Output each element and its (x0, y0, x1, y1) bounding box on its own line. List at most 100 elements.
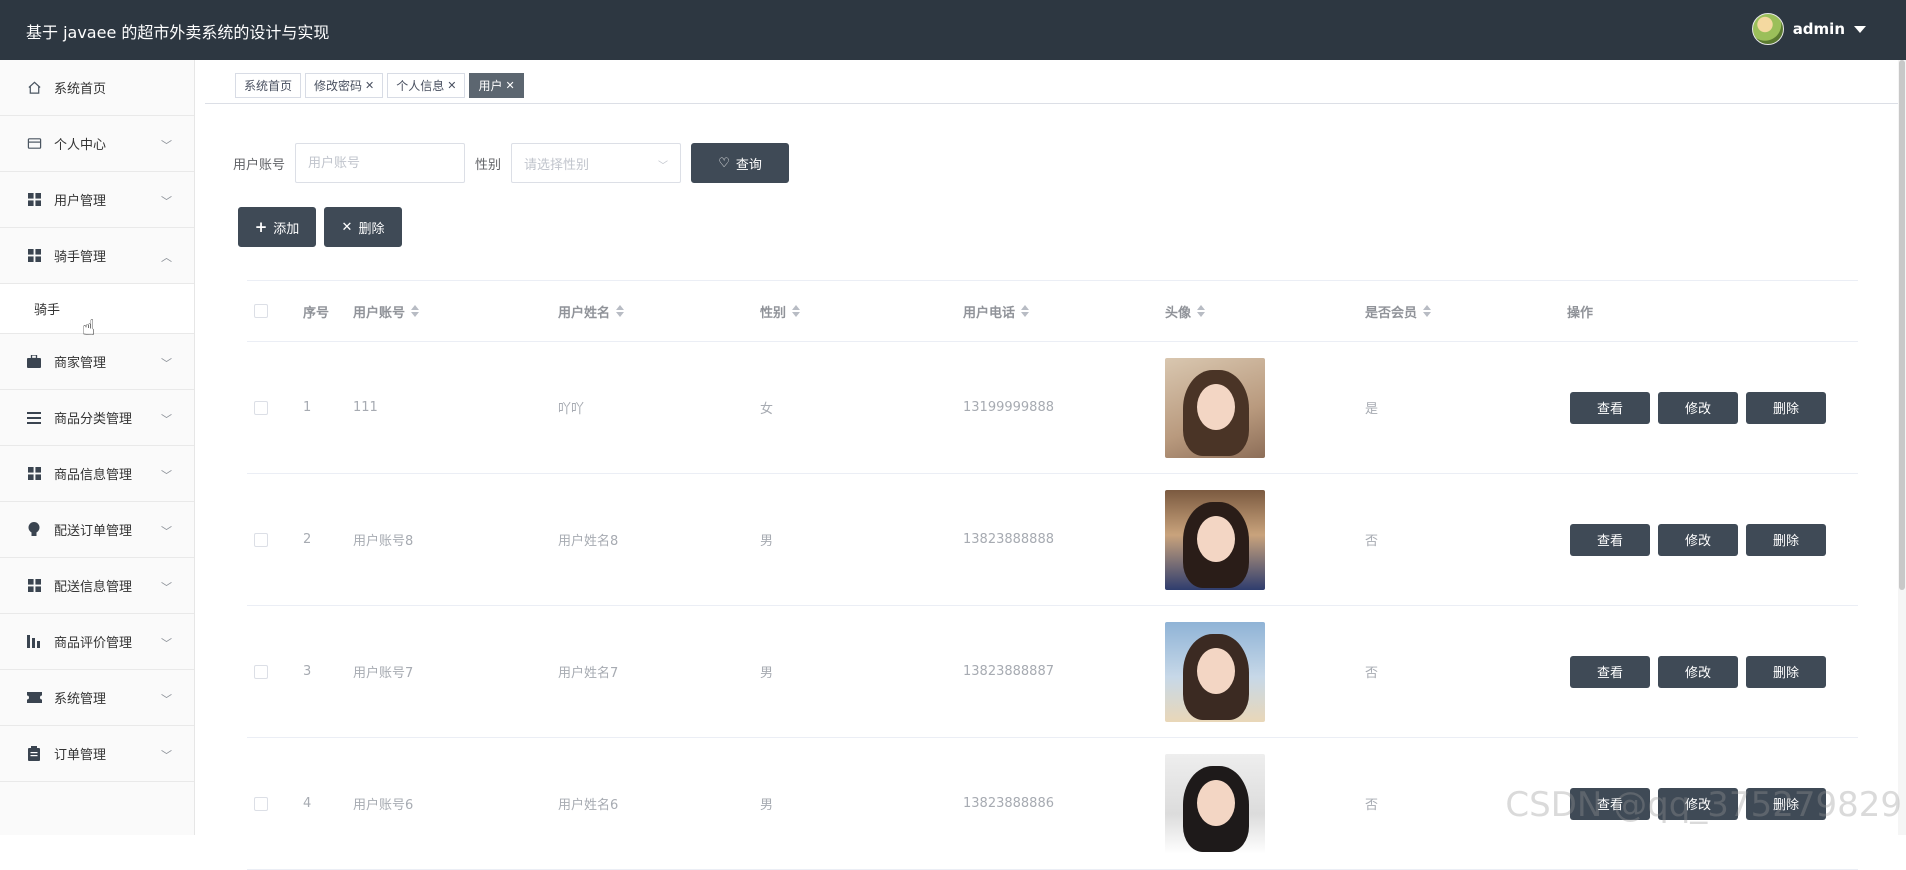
chevron-down-icon: ﹀ (161, 523, 172, 539)
avatar-photo (1165, 622, 1265, 722)
header-member[interactable]: 是否会员 (1365, 281, 1431, 341)
cell-phone: 13199999888 (963, 342, 1054, 473)
add-button[interactable]: + 添加 (238, 207, 316, 247)
sidebar-item-rider-management[interactable]: 骑手管理 ﹀ (0, 228, 194, 284)
delete-button[interactable]: 删除 (1746, 524, 1826, 556)
chevron-down-icon: ﹀ (161, 467, 172, 483)
view-button[interactable]: 查看 (1570, 392, 1650, 424)
cell-account: 用户账号7 (353, 606, 413, 737)
sidebar-item-user-management[interactable]: 用户管理 ﹀ (0, 172, 194, 228)
cell-ops: 查看 修改 删除 (1570, 606, 1834, 737)
close-icon[interactable]: ✕ (447, 79, 456, 92)
cell-index: 3 (303, 606, 311, 737)
search-form: 用户账号 性别 请选择性别 ﹀ ♡ 查询 (233, 143, 789, 183)
sort-icon[interactable] (1197, 305, 1205, 317)
close-icon[interactable]: ✕ (506, 79, 515, 92)
sidebar: 系统首页 个人中心 ﹀ 用户管理 ﹀ 骑手管理 ﹀ 骑手 ☝ 商家管理 ﹀ (0, 60, 195, 835)
clipboard-icon (26, 746, 42, 762)
row-select-cell (254, 474, 268, 605)
query-button[interactable]: ♡ 查询 (691, 143, 789, 183)
sidebar-item-label: 用户管理 (54, 190, 106, 209)
table-header-row: 序号 用户账号 用户姓名 性别 用户电话 头像 是否会员 操作 (247, 281, 1858, 342)
chevron-down-icon: ﹀ (161, 747, 172, 763)
close-icon[interactable]: ✕ (365, 79, 374, 92)
sidebar-item-personal-center[interactable]: 个人中心 ﹀ (0, 116, 194, 172)
sort-icon[interactable] (1423, 305, 1431, 317)
user-menu[interactable]: admin (1752, 13, 1866, 45)
batch-delete-button[interactable]: ✕ 删除 (324, 207, 402, 247)
sidebar-item-category-management[interactable]: 商品分类管理 ﹀ (0, 390, 194, 446)
page-scrollbar[interactable] (1898, 60, 1906, 835)
cell-name: 吖吖 (558, 342, 584, 473)
sidebar-item-order-management[interactable]: 订单管理 ﹀ (0, 726, 194, 782)
tab-change-password[interactable]: 修改密码 ✕ (305, 73, 383, 98)
gender-label: 性别 (475, 154, 501, 173)
tab-label: 系统首页 (244, 77, 292, 94)
cell-account: 111 (353, 342, 378, 473)
sort-icon[interactable] (411, 305, 419, 317)
tab-user[interactable]: 用户 ✕ (469, 73, 523, 98)
view-button[interactable]: 查看 (1570, 524, 1650, 556)
chevron-down-icon: ﹀ (658, 157, 668, 172)
plus-icon: + (255, 218, 268, 236)
header-name[interactable]: 用户姓名 (558, 281, 624, 341)
user-name[interactable]: admin (1793, 20, 1845, 38)
cell-avatar (1165, 474, 1265, 605)
view-button[interactable]: 查看 (1570, 656, 1650, 688)
sidebar-item-product-info-management[interactable]: 商品信息管理 ﹀ (0, 446, 194, 502)
user-avatar[interactable] (1752, 13, 1784, 45)
sidebar-item-delivery-info-management[interactable]: 配送信息管理 ﹀ (0, 558, 194, 614)
edit-button[interactable]: 修改 (1658, 392, 1738, 424)
chevron-down-icon: ﹀ (161, 579, 172, 595)
edit-button[interactable]: 修改 (1658, 524, 1738, 556)
tab-label: 修改密码 (314, 77, 362, 94)
cell-phone: 13823888886 (963, 738, 1054, 869)
bulb-icon (26, 522, 42, 538)
header-phone[interactable]: 用户电话 (963, 281, 1029, 341)
gender-select[interactable]: 请选择性别 ﹀ (511, 143, 681, 183)
edit-button[interactable]: 修改 (1658, 656, 1738, 688)
sidebar-item-delivery-order-management[interactable]: 配送订单管理 ﹀ (0, 502, 194, 558)
sidebar-item-system-management[interactable]: 系统管理 ﹀ (0, 670, 194, 726)
delete-button-label: 删除 (358, 218, 384, 237)
sort-icon[interactable] (616, 305, 624, 317)
cell-phone: 13823888887 (963, 606, 1054, 737)
cell-avatar (1165, 342, 1265, 473)
row-checkbox[interactable] (254, 797, 268, 811)
query-button-label: 查询 (736, 154, 762, 173)
tab-home[interactable]: 系统首页 (235, 73, 301, 98)
chevron-down-icon: ﹀ (161, 691, 172, 707)
delete-button[interactable]: 删除 (1746, 392, 1826, 424)
row-checkbox[interactable] (254, 665, 268, 679)
sort-icon[interactable] (792, 305, 800, 317)
cell-member: 否 (1365, 738, 1378, 869)
add-button-label: 添加 (273, 218, 299, 237)
table-row: 2 用户账号8 用户姓名8 男 13823888888 否 查看 修改 删除 (247, 474, 1858, 606)
sidebar-item-home[interactable]: 系统首页 (0, 60, 194, 116)
delete-button[interactable]: 删除 (1746, 656, 1826, 688)
cell-member: 否 (1365, 606, 1378, 737)
select-all-checkbox[interactable] (254, 304, 268, 318)
chevron-up-icon: ﹀ (161, 249, 172, 265)
cell-account: 用户账号6 (353, 738, 413, 869)
row-select-cell (254, 342, 268, 473)
sidebar-item-merchant-management[interactable]: 商家管理 ﹀ (0, 334, 194, 390)
sidebar-item-label: 订单管理 (54, 744, 106, 763)
sidebar-item-review-management[interactable]: 商品评价管理 ﹀ (0, 614, 194, 670)
sort-icon[interactable] (1021, 305, 1029, 317)
grid-icon (26, 248, 42, 264)
sidebar-item-label: 商品评价管理 (54, 632, 132, 651)
row-checkbox[interactable] (254, 533, 268, 547)
sidebar-subitem-rider[interactable]: 骑手 ☝ (0, 284, 194, 334)
tab-personal-info[interactable]: 个人信息 ✕ (387, 73, 465, 98)
header-label: 头像 (1165, 302, 1191, 321)
row-checkbox[interactable] (254, 401, 268, 415)
sidebar-item-label: 系统管理 (54, 688, 106, 707)
header-gender[interactable]: 性别 (760, 281, 800, 341)
scrollbar-thumb[interactable] (1899, 60, 1905, 590)
header-avatar[interactable]: 头像 (1165, 281, 1205, 341)
caret-down-icon[interactable] (1854, 26, 1866, 33)
cell-name: 用户姓名6 (558, 738, 618, 869)
header-account[interactable]: 用户账号 (353, 281, 419, 341)
account-search-input[interactable] (295, 143, 465, 183)
